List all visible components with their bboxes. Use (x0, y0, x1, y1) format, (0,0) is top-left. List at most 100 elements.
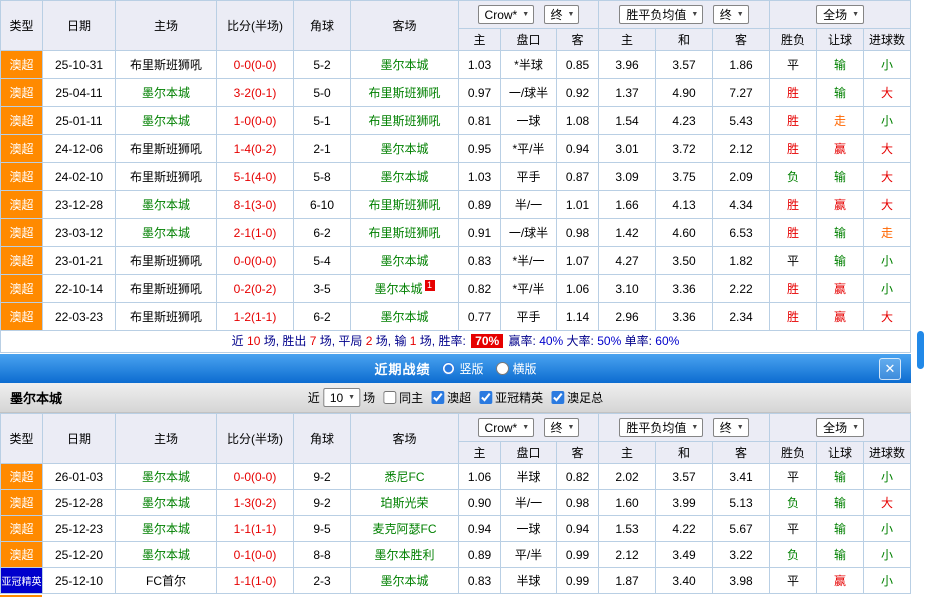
home-team-link[interactable]: 布里斯班狮吼 (116, 303, 217, 331)
avg-odds-select[interactable]: 胜平负均值▼ (619, 5, 703, 24)
filter-item[interactable]: 亚冠精英 (479, 389, 543, 406)
filter-item[interactable]: 同主 (383, 389, 423, 406)
away-team-link[interactable]: 布里斯班狮吼 (351, 191, 459, 219)
avg-draw-odds: 3.57 (656, 51, 713, 79)
avg-home-odds: 4.27 (599, 247, 656, 275)
odds-away: 0.99 (557, 568, 599, 594)
odds-away: 1.14 (557, 303, 599, 331)
layout-horizontal-radio[interactable] (496, 362, 509, 375)
away-team-link[interactable]: 墨尔本城 (351, 163, 459, 191)
filter-item[interactable]: 澳足总 (551, 389, 603, 406)
layout-horizontal-option[interactable]: 横版 (496, 360, 537, 377)
odds-handicap: 一/球半 (501, 219, 557, 247)
away-team-link[interactable]: 墨尔本胜利 (351, 542, 459, 568)
home-team-link[interactable]: 墨尔本城 (116, 542, 217, 568)
avg-draw-odds: 3.40 (656, 568, 713, 594)
odds-home: 1.06 (459, 464, 501, 490)
col-type: 类型 (1, 1, 43, 51)
home-team-link[interactable]: 布里斯班狮吼 (116, 247, 217, 275)
home-team-link[interactable]: FC首尔 (116, 568, 217, 594)
home-team-link[interactable]: 布里斯班狮吼 (116, 275, 217, 303)
match-row: 澳超22-03-23布里斯班狮吼1-2(1-1)6-2墨尔本城0.77平手1.1… (1, 303, 911, 331)
bookmaker-select[interactable]: Crow*▼ (478, 5, 535, 24)
odds-home: 1.03 (459, 51, 501, 79)
avg-draw-odds: 4.23 (656, 107, 713, 135)
fulltime-scope-select[interactable]: 全场▼ (816, 418, 864, 437)
away-team-link[interactable]: 布里斯班狮吼 (351, 79, 459, 107)
games-label: 场 (363, 389, 375, 406)
odds-away: 1.07 (557, 247, 599, 275)
result-handicap: 输 (817, 516, 864, 542)
away-team-link[interactable]: 墨尔本城 (351, 135, 459, 163)
home-team-link[interactable]: 墨尔本城 (116, 107, 217, 135)
odds-away: 0.87 (557, 163, 599, 191)
home-team-link[interactable]: 墨尔本城 (116, 219, 217, 247)
avg-home-odds: 2.96 (599, 303, 656, 331)
result-wdl: 平 (770, 464, 817, 490)
avg-odds-select[interactable]: 胜平负均值▼ (619, 418, 703, 437)
score: 0-0(0-0) (217, 247, 294, 275)
col-avg-away: 客 (713, 29, 770, 51)
away-team-link[interactable]: 珀斯光荣 (351, 490, 459, 516)
avg-stage-select[interactable]: 终▼ (713, 5, 749, 24)
avg-home-odds: 1.37 (599, 79, 656, 107)
avg-home-odds: 1.66 (599, 191, 656, 219)
col-avg-home: 主 (599, 442, 656, 464)
away-team-link[interactable]: 麦克阿瑟FC (351, 516, 459, 542)
odds-handicap: 一球 (501, 107, 557, 135)
league-badge: 澳超 (1, 464, 43, 490)
avg-home-odds: 2.02 (599, 464, 656, 490)
summary-text: 赢率: (505, 334, 539, 348)
avg-draw-odds: 3.49 (656, 542, 713, 568)
odds-stage-select[interactable]: 终▼ (544, 5, 580, 24)
home-team-link[interactable]: 墨尔本城 (116, 516, 217, 542)
away-team-link[interactable]: 墨尔本城1 (351, 275, 459, 303)
scrollbar-thumb[interactable] (917, 331, 924, 369)
result-handicap: 赢 (817, 568, 864, 594)
away-team-link[interactable]: 墨尔本城 (351, 568, 459, 594)
away-team-link[interactable]: 布里斯班狮吼 (351, 219, 459, 247)
odds-handicap: 半球 (501, 464, 557, 490)
result-handicap: 赢 (817, 191, 864, 219)
away-team-link[interactable]: 悉尼FC (351, 464, 459, 490)
team-section-bar: 墨尔本城 近 10▼ 场 同主澳超亚冠精英澳足总 (0, 383, 911, 413)
select-value: 全场 (823, 419, 847, 436)
layout-vertical-option[interactable]: 竖版 (442, 360, 483, 377)
close-icon[interactable]: ✕ (879, 358, 901, 380)
away-team-link[interactable]: 墨尔本城 (351, 303, 459, 331)
away-team-link[interactable]: 布里斯班狮吼 (351, 107, 459, 135)
avg-draw-odds: 3.50 (656, 247, 713, 275)
result-handicap: 输 (817, 79, 864, 107)
home-team-link[interactable]: 布里斯班狮吼 (116, 163, 217, 191)
avg-stage-select[interactable]: 终▼ (713, 418, 749, 437)
filter-checkbox[interactable] (479, 391, 492, 404)
h2h-rows: 澳超25-10-31布里斯班狮吼0-0(0-0)5-2墨尔本城1.03*半球0.… (1, 51, 911, 331)
bookmaker-select[interactable]: Crow*▼ (478, 418, 535, 437)
filter-checkbox[interactable] (431, 391, 444, 404)
odds-stage-select[interactable]: 终▼ (544, 418, 580, 437)
filter-item[interactable]: 澳超 (431, 389, 471, 406)
home-team-link[interactable]: 墨尔本城 (116, 490, 217, 516)
match-row: 澳超22-10-14布里斯班狮吼0-2(0-2)3-5墨尔本城10.82*平/半… (1, 275, 911, 303)
avg-away-odds: 6.53 (713, 219, 770, 247)
league-badge: 澳超 (1, 275, 43, 303)
chevron-down-icon: ▼ (691, 424, 698, 431)
filter-checkbox[interactable] (383, 391, 396, 404)
filter-checkbox[interactable] (551, 391, 564, 404)
home-team-link[interactable]: 墨尔本城 (116, 191, 217, 219)
avg-home-odds: 3.96 (599, 51, 656, 79)
fulltime-scope-select[interactable]: 全场▼ (816, 5, 864, 24)
avg-away-odds: 5.67 (713, 516, 770, 542)
home-team-link[interactable]: 墨尔本城 (116, 79, 217, 107)
recent-count-select[interactable]: 10▼ (323, 388, 360, 407)
layout-vertical-radio[interactable] (442, 362, 455, 375)
away-team-link[interactable]: 墨尔本城 (351, 247, 459, 275)
odds-away: 1.01 (557, 191, 599, 219)
away-team-link[interactable]: 墨尔本城 (351, 51, 459, 79)
result-goals: 小 (864, 516, 911, 542)
result-wdl: 胜 (770, 107, 817, 135)
result-goals: 大 (864, 135, 911, 163)
home-team-link[interactable]: 墨尔本城 (116, 464, 217, 490)
home-team-link[interactable]: 布里斯班狮吼 (116, 135, 217, 163)
home-team-link[interactable]: 布里斯班狮吼 (116, 51, 217, 79)
